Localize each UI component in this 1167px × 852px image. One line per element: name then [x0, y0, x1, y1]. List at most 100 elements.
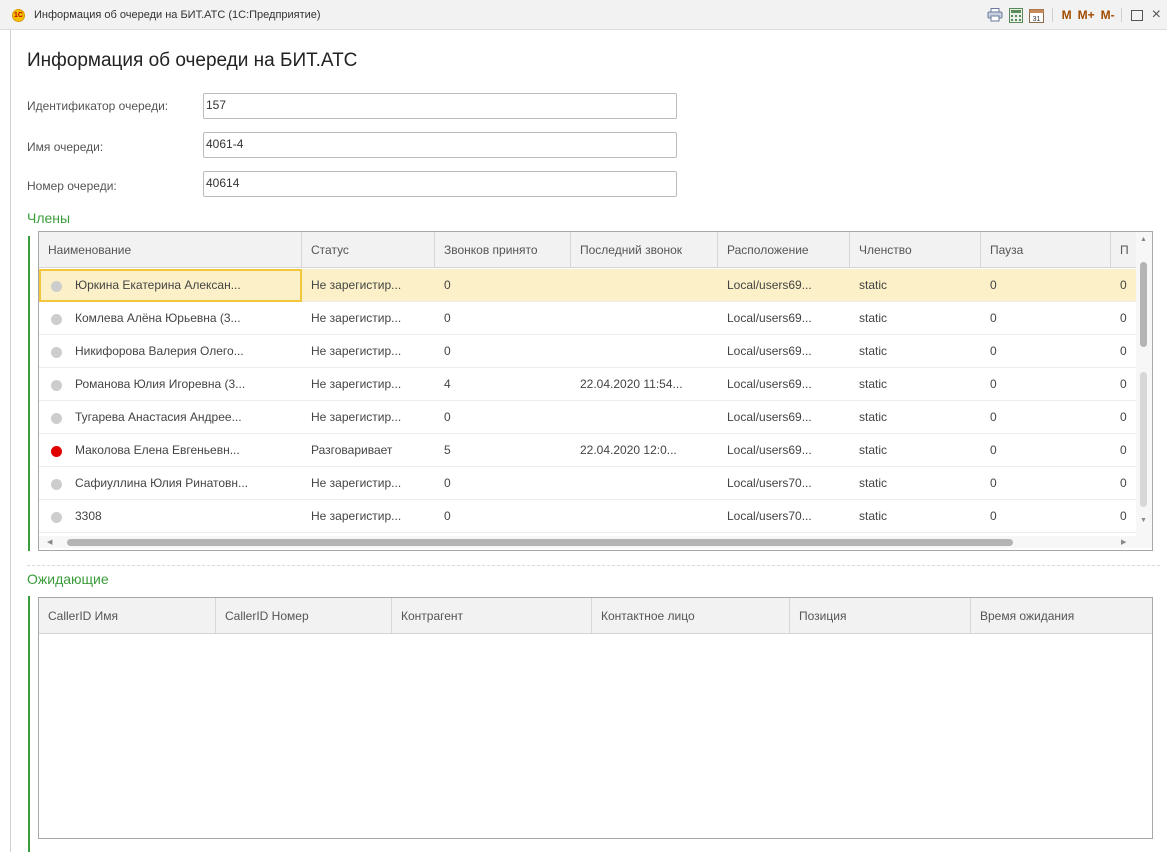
window-left-border: [10, 30, 11, 852]
members-section-bar: [28, 236, 30, 551]
cell-name[interactable]: Сафиуллина Юлия Ринатовн...: [39, 467, 302, 500]
status-dot-icon: [51, 347, 62, 358]
scroll-up-arrow-icon[interactable]: ▲: [1140, 236, 1147, 243]
cell-calls: 5: [444, 443, 451, 457]
cell-membership: static: [859, 476, 888, 490]
calendar-day-number: 31: [1033, 16, 1041, 23]
table-row[interactable]: Юркина Екатерина Алексан... Не зарегистир…: [39, 269, 1136, 302]
waiting-column-header[interactable]: CallerID Номер: [216, 598, 392, 634]
calendar-icon[interactable]: 31: [1028, 6, 1046, 24]
table-row[interactable]: Сафиуллина Юлия Ринатовн... Не зарегистир…: [39, 467, 1136, 500]
waiting-column-header[interactable]: Время ожидания: [971, 598, 1152, 634]
waiting-column-header[interactable]: Контрагент: [392, 598, 592, 634]
waiting-table-header: CallerID Имя CallerID Номер Контрагент Конт…: [39, 598, 1152, 634]
memory-plus-button[interactable]: M+: [1078, 8, 1095, 22]
window-toolbar: 31 M M+ M- ×: [983, 6, 1161, 24]
cell-status: Не зарегистир...: [311, 476, 402, 490]
cell-p: 0: [1120, 509, 1127, 523]
table-row[interactable]: Никифорова Валерия Олего... Не зарегистир…: [39, 335, 1136, 368]
table-row[interactable]: Маколова Елена Евгеньевн... Разговаривает…: [39, 434, 1136, 467]
cell-location: Local/users70...: [727, 509, 812, 523]
maximize-icon[interactable]: [1128, 6, 1146, 24]
waiting-table[interactable]: CallerID Имя CallerID Номер Контрагент Конт…: [38, 597, 1153, 839]
cell-calls: 0: [444, 410, 451, 424]
cell-last-call: [571, 269, 718, 302]
waiting-section-bar: [28, 596, 30, 852]
members-column-header[interactable]: Членство: [850, 232, 981, 268]
cell-p: 0: [1120, 410, 1127, 424]
scroll-down-arrow-icon[interactable]: ▼: [1140, 517, 1147, 524]
status-dot-icon: [51, 380, 62, 391]
cell-name[interactable]: Никифорова Валерия Олего...: [39, 335, 302, 368]
cell-membership: static: [859, 377, 888, 391]
cell-pause: 0: [990, 377, 997, 391]
window-title: Информация об очереди на БИТ.АТС (1С:Пре…: [34, 9, 321, 21]
cell-last-call: 22.04.2020 12:0...: [580, 443, 677, 457]
print-icon[interactable]: [986, 6, 1004, 24]
cell-status: Не зарегистир...: [311, 377, 402, 391]
scroll-left-arrow-icon[interactable]: ◀: [47, 538, 52, 546]
queue-name-field[interactable]: 4061-4: [203, 132, 677, 158]
status-dot-icon: [51, 479, 62, 490]
section-divider: [27, 565, 1160, 566]
cell-status: Не зарегистир...: [311, 278, 402, 292]
cell-name[interactable]: 3308: [39, 500, 302, 533]
members-vertical-scrollbar[interactable]: ▲ ▼: [1136, 232, 1152, 536]
waiting-column-header[interactable]: Позиция: [790, 598, 971, 634]
waiting-column-header[interactable]: Контактное лицо: [592, 598, 790, 634]
close-icon[interactable]: ×: [1152, 6, 1161, 24]
cell-location: Local/users69...: [727, 278, 812, 292]
cell-membership: static: [859, 311, 888, 325]
members-horizontal-scrollbar[interactable]: ◀ ▶: [39, 536, 1152, 548]
members-column-header[interactable]: Расположение: [718, 232, 850, 268]
members-column-header[interactable]: Пауза: [981, 232, 1111, 268]
members-column-header[interactable]: Звонков принято: [435, 232, 571, 268]
cell-p: 0: [1120, 443, 1127, 457]
calculator-icon[interactable]: [1007, 6, 1025, 24]
scroll-right-arrow-icon[interactable]: ▶: [1121, 538, 1126, 546]
table-row[interactable]: Комлева Алёна Юрьевна (3... Не зарегистир…: [39, 302, 1136, 335]
cell-pause: 0: [990, 443, 997, 457]
cell-location: Local/users69...: [727, 311, 812, 325]
memory-button[interactable]: M: [1062, 8, 1072, 22]
cell-calls: 0: [444, 311, 451, 325]
cell-name[interactable]: Комлева Алёна Юрьевна (3...: [39, 302, 302, 335]
horizontal-scroll-thumb[interactable]: [67, 539, 1013, 546]
queue-number-label: Номер очереди:: [27, 179, 117, 193]
vertical-scroll-track: [1140, 372, 1147, 507]
cell-name[interactable]: Тугарева Анастасия Андрее...: [39, 401, 302, 434]
members-table[interactable]: Наименование Статус Звонков принято Последн…: [38, 231, 1153, 551]
cell-name[interactable]: Романова Юлия Игоревна (3...: [39, 368, 302, 401]
cell-calls: 0: [444, 344, 451, 358]
cell-last-call: 22.04.2020 11:54...: [580, 377, 683, 391]
table-row[interactable]: Романова Юлия Игоревна (3... Не зарегисти…: [39, 368, 1136, 401]
cell-calls: 4: [444, 377, 451, 391]
cell-status: Не зарегистир...: [311, 410, 402, 424]
cell-pause: 0: [990, 410, 997, 424]
cell-membership: static: [859, 410, 888, 424]
members-column-header[interactable]: Статус: [302, 232, 435, 268]
members-column-header[interactable]: Последний звонок: [571, 232, 718, 268]
vertical-scroll-thumb[interactable]: [1140, 262, 1147, 347]
page-title: Информация об очереди на БИТ.АТС: [27, 50, 358, 71]
cell-last-call: [571, 500, 718, 533]
cell-name[interactable]: Юркина Екатерина Алексан...: [39, 269, 302, 302]
cell-membership: static: [859, 344, 888, 358]
app-logo-icon: 1С: [12, 9, 25, 22]
members-column-header[interactable]: Наименование: [39, 232, 302, 268]
waiting-column-header[interactable]: CallerID Имя: [39, 598, 216, 634]
cell-pause: 0: [990, 344, 997, 358]
status-dot-icon: [51, 413, 62, 424]
queue-id-field[interactable]: 157: [203, 93, 677, 119]
cell-pause: 0: [990, 278, 997, 292]
cell-name[interactable]: Маколова Елена Евгеньевн...: [39, 434, 302, 467]
queue-number-field[interactable]: 40614: [203, 171, 677, 197]
cell-status: Разговаривает: [311, 443, 393, 457]
memory-minus-button[interactable]: M-: [1101, 8, 1115, 22]
cell-pause: 0: [990, 476, 997, 490]
table-row[interactable]: Тугарева Анастасия Андрее... Не зарегисти…: [39, 401, 1136, 434]
cell-location: Local/users69...: [727, 377, 812, 391]
cell-last-call: [571, 467, 718, 500]
cell-pause: 0: [990, 311, 997, 325]
table-row[interactable]: 3308 Не зарегистир... 0 Local/users70... sta…: [39, 500, 1136, 533]
